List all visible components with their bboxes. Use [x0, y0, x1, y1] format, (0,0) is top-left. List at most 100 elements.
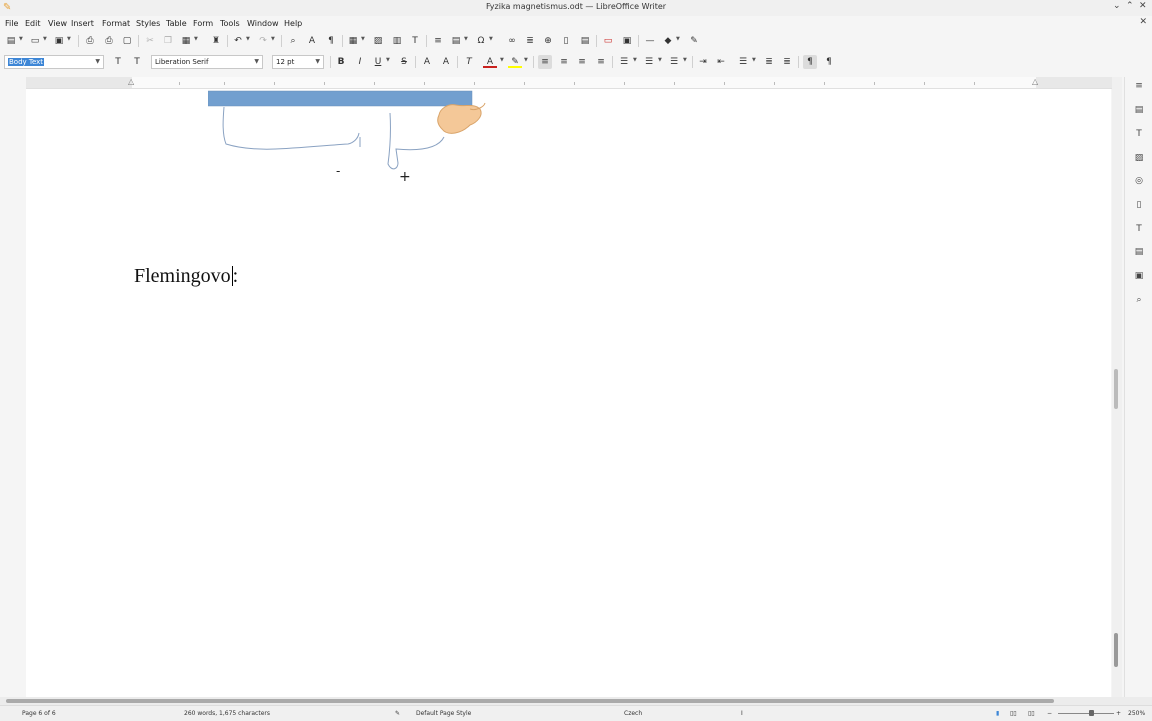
line-spacing-icon[interactable]: ☰	[736, 55, 750, 69]
multi-page-view-icon[interactable]: ▯▯	[1010, 710, 1017, 717]
right-indent-marker[interactable]: △	[1032, 77, 1038, 87]
vertical-scrollbar[interactable]	[1112, 77, 1122, 697]
spelling-icon[interactable]: A	[305, 34, 319, 48]
page-icon[interactable]: ▯	[1132, 198, 1146, 212]
cut-icon[interactable]: ✂	[143, 34, 157, 48]
minimize-icon[interactable]: ⌄	[1113, 1, 1121, 11]
horizontal-ruler[interactable]: △ △	[26, 77, 1112, 89]
clone-formatting-icon[interactable]: ♜	[209, 34, 223, 48]
menu-format[interactable]: Format	[102, 19, 130, 28]
menu-file[interactable]: File	[5, 19, 18, 28]
decrease-paragraph-spacing-icon[interactable]: ≣	[780, 55, 794, 69]
menu-styles[interactable]: Styles	[136, 19, 160, 28]
track-changes-icon[interactable]: ▣	[620, 34, 634, 48]
menu-table[interactable]: Table	[166, 19, 187, 28]
styles-icon[interactable]: T	[1132, 127, 1146, 141]
navigator-icon[interactable]: ◎	[1132, 174, 1146, 188]
font-size-combo[interactable]: 12 pt ▼	[272, 55, 324, 69]
align-right-icon[interactable]: ≡	[575, 55, 589, 69]
draw-icon[interactable]: ✎	[687, 34, 701, 48]
insert-image-icon[interactable]: ▨	[371, 34, 385, 48]
redo-icon[interactable]: ↷	[256, 34, 270, 48]
hscroll-thumb[interactable]	[6, 699, 1054, 703]
single-page-view-icon[interactable]: ▮	[996, 710, 999, 717]
heading-text[interactable]: Flemingovo:	[134, 265, 238, 288]
magnet-drawing[interactable]: - +	[208, 89, 508, 189]
menu-view[interactable]: View	[48, 19, 67, 28]
zoom-slider[interactable]	[1058, 713, 1114, 714]
justify-icon[interactable]: ≡	[594, 55, 608, 69]
find-replace-icon[interactable]: ⌕	[286, 34, 300, 48]
scroll-thumb[interactable]	[1114, 633, 1118, 667]
close-icon[interactable]: ✕	[1139, 1, 1147, 11]
insert-chart-icon[interactable]: ▥	[390, 34, 404, 48]
subscript-icon[interactable]: A	[439, 55, 453, 69]
comment-icon[interactable]: ▭	[601, 34, 615, 48]
page-count[interactable]: Page 6 of 6	[22, 710, 56, 717]
ordered-list-icon[interactable]: ☰	[642, 55, 656, 69]
increase-paragraph-spacing-icon[interactable]: ≣	[762, 55, 776, 69]
right-to-left-icon[interactable]: ¶	[822, 55, 836, 69]
language[interactable]: Czech	[624, 710, 642, 717]
superscript-icon[interactable]: A	[420, 55, 434, 69]
save-icon[interactable]: ▣	[52, 34, 66, 48]
paste-icon[interactable]: ▦	[179, 34, 193, 48]
open-icon[interactable]: ▭	[28, 34, 42, 48]
zoom-in-icon[interactable]: +	[1116, 710, 1121, 717]
new-document-icon[interactable]: ▤	[4, 34, 18, 48]
design-icon[interactable]: ▣	[1132, 269, 1146, 283]
cross-reference-icon[interactable]: ▤	[578, 34, 592, 48]
style-inspector-icon[interactable]: T	[1132, 222, 1146, 236]
underline-icon[interactable]: U	[371, 55, 385, 69]
copy-icon[interactable]: ❐	[161, 34, 175, 48]
menu-tools[interactable]: Tools	[220, 19, 240, 28]
menu-form[interactable]: Form	[193, 19, 213, 28]
page-style[interactable]: Default Page Style	[416, 710, 471, 717]
menu-edit[interactable]: Edit	[25, 19, 41, 28]
gallery-icon[interactable]: ▨	[1132, 151, 1146, 165]
endnote-icon[interactable]: ⊕	[541, 34, 555, 48]
bookmark-icon[interactable]: ▯	[559, 34, 573, 48]
outline-list-icon[interactable]: ☰	[667, 55, 681, 69]
highlight-color-icon[interactable]: ✎	[508, 55, 522, 68]
clear-formatting-icon[interactable]: T	[462, 55, 476, 69]
manage-changes-icon[interactable]: ▤	[1132, 245, 1146, 259]
strikethrough-icon[interactable]: S	[397, 55, 411, 69]
word-count[interactable]: 260 words, 1,675 characters	[184, 710, 270, 717]
unordered-list-icon[interactable]: ☰	[617, 55, 631, 69]
zoom-out-icon[interactable]: −	[1047, 710, 1052, 717]
export-pdf-icon[interactable]: ⎙	[83, 34, 97, 48]
formatting-marks-icon[interactable]: ¶	[324, 34, 338, 48]
new-style-icon[interactable]: T	[130, 55, 144, 69]
hyperlink-icon[interactable]: ∞	[505, 34, 519, 48]
maximize-icon[interactable]: ⌃	[1126, 1, 1134, 11]
update-style-icon[interactable]: T	[111, 55, 125, 69]
bold-icon[interactable]: B	[334, 55, 348, 69]
print-icon[interactable]: ⎙	[102, 34, 116, 48]
insert-textbox-icon[interactable]: T	[408, 34, 422, 48]
line-icon[interactable]: —	[643, 34, 657, 48]
page-break-icon[interactable]: ≡	[431, 34, 445, 48]
align-left-icon[interactable]: ≡	[538, 55, 552, 69]
selection-mode-icon[interactable]: I	[741, 710, 743, 717]
decrease-indent-icon[interactable]: ⇤	[714, 55, 728, 69]
document-page[interactable]: - + Flemingovo:	[26, 89, 1111, 697]
font-name-combo[interactable]: Liberation Serif ▼	[151, 55, 263, 69]
italic-icon[interactable]: I	[353, 55, 367, 69]
font-color-icon[interactable]: A	[483, 55, 497, 68]
menu-insert[interactable]: Insert	[71, 19, 94, 28]
insert-table-icon[interactable]: ▦	[346, 34, 360, 48]
align-center-icon[interactable]: ≡	[557, 55, 571, 69]
undo-icon[interactable]: ↶	[231, 34, 245, 48]
paragraph-style-combo[interactable]: Body Text ▼	[4, 55, 104, 69]
basic-shapes-icon[interactable]: ◆	[661, 34, 675, 48]
properties-icon[interactable]: ▤	[1132, 103, 1146, 117]
print-preview-icon[interactable]: ▢	[120, 34, 134, 48]
horizontal-scrollbar[interactable]	[0, 697, 1152, 705]
insert-field-icon[interactable]: ▤	[449, 34, 463, 48]
zoom-knob[interactable]	[1089, 710, 1094, 716]
footnote-icon[interactable]: ≣	[523, 34, 537, 48]
book-view-icon[interactable]: ▯▯	[1028, 710, 1035, 717]
increase-indent-icon[interactable]: ⇥	[696, 55, 710, 69]
sidebar-menu-icon[interactable]: ≡	[1132, 79, 1146, 93]
